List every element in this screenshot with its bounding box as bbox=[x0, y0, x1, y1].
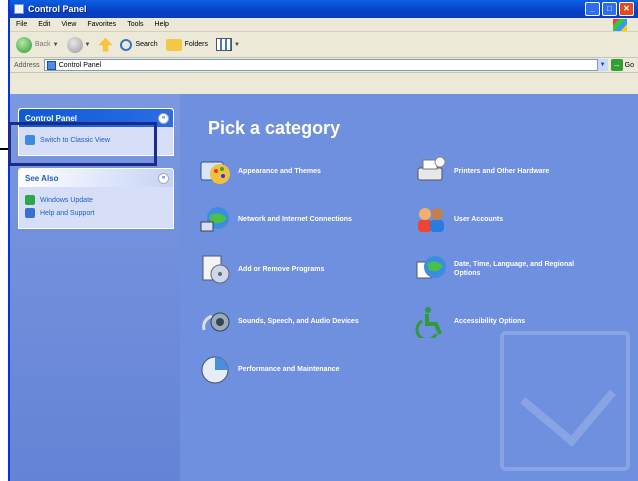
collapse-icon[interactable]: « bbox=[158, 112, 169, 124]
window-controls: _ □ ✕ bbox=[585, 2, 634, 16]
up-folder-icon bbox=[98, 37, 113, 52]
task-pane: Control Panel « Switch to Classic View S… bbox=[10, 94, 180, 481]
see-also-section: See Also « Windows Update Help and Suppo… bbox=[18, 168, 174, 229]
page-title: Pick a category bbox=[208, 118, 341, 138]
audio-icon bbox=[202, 312, 230, 332]
windows-update-label: Windows Update bbox=[40, 196, 93, 204]
folders-button[interactable]: Folders bbox=[165, 38, 208, 51]
category-view: Pick a category Appearance and Themes Pr… bbox=[180, 94, 638, 481]
category-add-remove-programs[interactable]: Add or Remove Programs bbox=[198, 252, 324, 286]
category-label: Appearance and Themes bbox=[238, 167, 321, 175]
back-button[interactable]: Back ▼ bbox=[16, 36, 59, 53]
windows-update-link[interactable]: Windows Update bbox=[25, 195, 167, 205]
help-and-support-link[interactable]: Help and Support bbox=[25, 208, 167, 218]
appearance-icon bbox=[200, 161, 230, 184]
category-label: Performance and Maintenance bbox=[238, 365, 340, 373]
chevron-down-icon[interactable]: ▼ bbox=[85, 42, 91, 48]
accessibility-icon bbox=[415, 307, 442, 338]
category-label: Add or Remove Programs bbox=[238, 265, 325, 273]
users-icon bbox=[418, 208, 444, 232]
control-panel-section-body: Switch to Classic View bbox=[19, 127, 173, 155]
category-label: Date, Time, Language, and Regional Optio… bbox=[454, 261, 575, 277]
forward-arrow-icon bbox=[66, 36, 83, 53]
callout-pointer-line bbox=[0, 148, 10, 150]
go-arrow-icon: → bbox=[610, 59, 623, 71]
control-panel-section-header[interactable]: Control Panel « bbox=[19, 109, 173, 127]
category-date-time-language[interactable]: Date, Time, Language, and Regional Optio… bbox=[414, 252, 594, 286]
switch-view-label: Switch to Classic View bbox=[40, 136, 110, 144]
category-appearance-themes[interactable]: Appearance and Themes bbox=[198, 154, 321, 188]
chevron-down-icon[interactable]: ▼ bbox=[234, 42, 240, 48]
close-button[interactable]: ✕ bbox=[619, 2, 634, 16]
checkmark-watermark bbox=[500, 331, 630, 471]
chevron-down-icon[interactable]: ▼ bbox=[53, 42, 59, 48]
menu-edit[interactable]: Edit bbox=[38, 21, 50, 28]
go-label: Go bbox=[624, 61, 634, 69]
title-bar[interactable]: Control Panel _ □ ✕ bbox=[10, 0, 638, 18]
network-icon bbox=[200, 207, 229, 232]
menu-view[interactable]: View bbox=[61, 21, 76, 28]
see-also-body: Windows Update Help and Support bbox=[19, 187, 173, 228]
menu-tools[interactable]: Tools bbox=[127, 21, 143, 28]
menu-help[interactable]: Help bbox=[155, 21, 169, 28]
globe-clock-icon bbox=[416, 256, 446, 279]
content-area: Control Panel « Switch to Classic View S… bbox=[10, 94, 638, 481]
category-label: Sounds, Speech, and Audio Devices bbox=[238, 317, 359, 325]
folders-label: Folders bbox=[184, 41, 208, 48]
forward-button[interactable]: ▼ bbox=[66, 36, 91, 53]
category-performance-maintenance[interactable]: Performance and Maintenance bbox=[198, 352, 340, 386]
printer-icon bbox=[417, 156, 446, 181]
category-label: Printers and Other Hardware bbox=[454, 167, 550, 175]
control-panel-section-title: Control Panel bbox=[25, 113, 78, 123]
back-arrow-icon bbox=[16, 36, 32, 53]
category-sounds-speech-audio[interactable]: Sounds, Speech, and Audio Devices bbox=[198, 304, 359, 338]
address-input[interactable]: Control Panel bbox=[43, 59, 598, 71]
category-label: User Accounts bbox=[454, 215, 504, 223]
programs-icon bbox=[202, 255, 230, 284]
windows-logo-icon bbox=[613, 18, 627, 31]
address-label: Address bbox=[14, 61, 40, 69]
go-button[interactable]: → Go bbox=[610, 59, 638, 71]
category-user-accounts[interactable]: User Accounts bbox=[414, 202, 503, 236]
toolbar: Back ▼ ▼ Search Folders ▼ bbox=[10, 32, 638, 58]
windows-update-icon bbox=[25, 195, 35, 205]
classic-view-icon bbox=[25, 135, 35, 145]
control-panel-icon bbox=[46, 60, 56, 70]
switch-to-classic-view-link[interactable]: Switch to Classic View bbox=[25, 135, 167, 145]
see-also-title: See Also bbox=[25, 173, 59, 183]
views-button[interactable]: ▼ bbox=[216, 38, 240, 51]
category-network-internet[interactable]: Network and Internet Connections bbox=[198, 202, 352, 236]
minimize-button[interactable]: _ bbox=[585, 2, 600, 16]
control-panel-section: Control Panel « Switch to Classic View bbox=[18, 108, 174, 156]
help-support-label: Help and Support bbox=[40, 209, 95, 217]
control-panel-window: Control Panel _ □ ✕ File Edit View Favor… bbox=[8, 0, 638, 481]
views-icon bbox=[216, 38, 232, 51]
collapse-icon[interactable]: « bbox=[158, 172, 169, 184]
category-label: Network and Internet Connections bbox=[238, 215, 352, 223]
category-printers-hardware[interactable]: Printers and Other Hardware bbox=[414, 154, 549, 188]
search-label: Search bbox=[135, 41, 158, 48]
control-panel-icon bbox=[14, 4, 24, 14]
window-title: Control Panel bbox=[28, 4, 87, 14]
search-button[interactable]: Search bbox=[120, 38, 158, 51]
help-icon bbox=[25, 208, 35, 218]
menu-file[interactable]: File bbox=[16, 21, 27, 28]
maximize-button[interactable]: □ bbox=[602, 2, 617, 16]
search-icon bbox=[120, 38, 133, 51]
category-label: Accessibility Options bbox=[454, 317, 526, 325]
folder-icon bbox=[165, 38, 182, 51]
address-bar: Address Control Panel ▼ → Go bbox=[10, 58, 638, 73]
back-label: Back bbox=[35, 41, 51, 48]
menu-bar: File Edit View Favorites Tools Help bbox=[10, 18, 638, 32]
address-dropdown-button[interactable]: ▼ bbox=[597, 59, 608, 71]
menu-favorites[interactable]: Favorites bbox=[87, 21, 116, 28]
see-also-header[interactable]: See Also « bbox=[19, 169, 173, 187]
up-button[interactable] bbox=[98, 37, 113, 52]
address-value: Control Panel bbox=[58, 61, 102, 69]
performance-icon bbox=[201, 356, 229, 384]
